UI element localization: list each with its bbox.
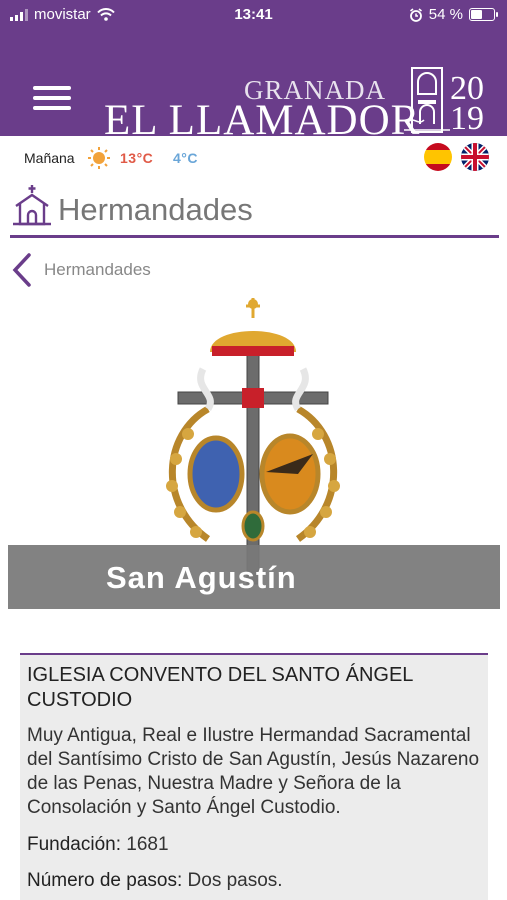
foundation-value: 1681 bbox=[126, 834, 169, 855]
section-header: Hermandades bbox=[10, 182, 499, 238]
brotherhood-name: San Agustín bbox=[106, 560, 297, 595]
temperature-max: 13°C bbox=[120, 150, 154, 166]
status-bar: movistar 13:41 54 % bbox=[0, 0, 507, 30]
hamburger-menu-icon[interactable] bbox=[33, 86, 71, 114]
sun-icon bbox=[88, 147, 110, 169]
pasos-row: Número de pasos: Dos pasos. bbox=[27, 870, 481, 892]
uk-flag-icon[interactable] bbox=[461, 143, 489, 171]
logo-year-bottom: 19 bbox=[450, 100, 484, 137]
battery-percent: 54 % bbox=[428, 6, 463, 23]
logo-year: 20 19 bbox=[450, 72, 484, 137]
church-name: IGLESIA CONVENTO DEL SANTO ÁNGEL CUSTODI… bbox=[27, 664, 413, 711]
page-title: Hermandades bbox=[58, 192, 253, 227]
app-logo: GRANADA EL LLAMADOR 20 19 bbox=[104, 67, 499, 144]
temperature-min: 4°C bbox=[173, 150, 198, 166]
back-button[interactable]: Hermandades bbox=[12, 253, 151, 287]
chevron-left-icon bbox=[12, 253, 31, 287]
back-label: Hermandades bbox=[44, 260, 151, 279]
brotherhood-banner: San Agustín bbox=[8, 545, 500, 609]
pasos-value: Dos pasos. bbox=[187, 870, 283, 891]
church-icon bbox=[13, 185, 51, 226]
foundation-label: Fundación: bbox=[27, 834, 122, 855]
brotherhood-full-name: Muy Antigua, Real e Ilustre Hermandad Sa… bbox=[27, 725, 480, 818]
battery-icon bbox=[469, 8, 498, 21]
alarm-icon bbox=[409, 7, 422, 22]
brotherhood-info-card: IGLESIA CONVENTO DEL SANTO ÁNGEL CUSTODI… bbox=[20, 653, 488, 900]
spain-flag-icon[interactable] bbox=[424, 143, 452, 171]
pasos-label: Número de pasos: bbox=[27, 870, 183, 891]
app-header: movistar 13:41 54 % GRANADA EL LLAMADOR bbox=[0, 0, 507, 144]
bell-tower-icon bbox=[404, 67, 450, 133]
weather-day: Mañana bbox=[24, 150, 75, 166]
foundation-row: Fundación: 1681 bbox=[27, 834, 481, 856]
